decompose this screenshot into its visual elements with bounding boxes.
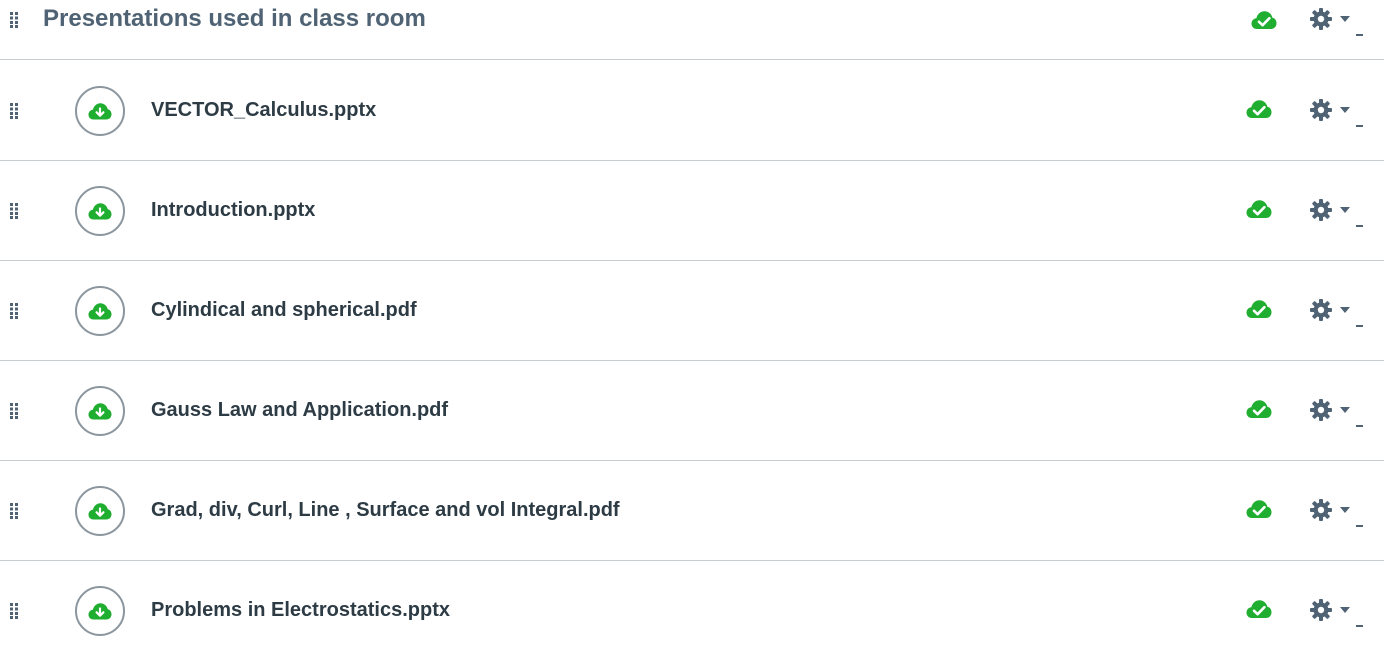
gear-icon (1310, 299, 1332, 321)
caret-down-icon (1340, 507, 1350, 513)
item-title-link[interactable]: Gauss Law and Application.pdf (151, 398, 448, 422)
gear-icon (1310, 8, 1332, 30)
file-type-icon (75, 286, 125, 336)
cloud-download-icon (88, 603, 112, 620)
module-settings-menu[interactable] (1310, 6, 1370, 36)
dash-mark (1356, 125, 1363, 127)
caret-down-icon (1340, 607, 1350, 613)
item-drag-handle-icon[interactable] (10, 603, 20, 619)
cloud-download-icon (88, 503, 112, 520)
module-item-row: Problems in Electrostatics.pptx (0, 561, 1384, 660)
published-icon[interactable] (1246, 198, 1272, 220)
module-item-row: Cylindical and spherical.pdf (0, 261, 1384, 361)
module-header: Presentations used in class room (0, 0, 1384, 60)
item-drag-handle-icon[interactable] (10, 303, 20, 319)
gear-icon (1310, 199, 1332, 221)
published-icon[interactable] (1246, 98, 1272, 120)
cloud-download-icon (88, 103, 112, 120)
file-type-icon (75, 86, 125, 136)
dash-mark (1356, 425, 1363, 427)
module-title[interactable]: Presentations used in class room (43, 5, 426, 33)
module-drag-handle-icon[interactable] (10, 12, 20, 28)
item-title-link[interactable]: Cylindical and spherical.pdf (151, 298, 417, 322)
item-settings-menu[interactable] (1310, 97, 1370, 127)
dash-mark (1356, 325, 1363, 327)
caret-down-icon (1340, 407, 1350, 413)
file-type-icon (75, 586, 125, 636)
gear-icon (1310, 499, 1332, 521)
gear-icon (1310, 99, 1332, 121)
dash-mark (1356, 525, 1363, 527)
item-drag-handle-icon[interactable] (10, 403, 20, 419)
item-title-link[interactable]: VECTOR_Calculus.pptx (151, 98, 376, 122)
caret-down-icon (1340, 307, 1350, 313)
file-type-icon (75, 186, 125, 236)
item-settings-menu[interactable] (1310, 497, 1370, 527)
gear-icon (1310, 399, 1332, 421)
caret-down-icon (1340, 207, 1350, 213)
item-title-link[interactable]: Problems in Electrostatics.pptx (151, 598, 450, 622)
module-item-row: Gauss Law and Application.pdf (0, 361, 1384, 461)
item-settings-menu[interactable] (1310, 297, 1370, 327)
item-drag-handle-icon[interactable] (10, 203, 20, 219)
caret-down-icon (1340, 16, 1350, 22)
file-type-icon (75, 386, 125, 436)
item-settings-menu[interactable] (1310, 197, 1370, 227)
gear-icon (1310, 599, 1332, 621)
item-drag-handle-icon[interactable] (10, 503, 20, 519)
module-item-row: Introduction.pptx (0, 161, 1384, 261)
module-item-row: VECTOR_Calculus.pptx (0, 61, 1384, 161)
item-title-link[interactable]: Grad, div, Curl, Line , Surface and vol … (151, 498, 620, 522)
item-title-link[interactable]: Introduction.pptx (151, 198, 315, 222)
module-item-row: Grad, div, Curl, Line , Surface and vol … (0, 461, 1384, 561)
published-icon[interactable] (1246, 298, 1272, 320)
dash-mark (1356, 34, 1363, 36)
published-icon[interactable] (1246, 598, 1272, 620)
cloud-download-icon (88, 203, 112, 220)
published-icon[interactable] (1246, 498, 1272, 520)
item-settings-menu[interactable] (1310, 397, 1370, 427)
dash-mark (1356, 225, 1363, 227)
module-published-icon[interactable] (1251, 9, 1277, 31)
published-icon[interactable] (1246, 398, 1272, 420)
file-type-icon (75, 486, 125, 536)
item-settings-menu[interactable] (1310, 597, 1370, 627)
item-drag-handle-icon[interactable] (10, 103, 20, 119)
dash-mark (1356, 625, 1363, 627)
caret-down-icon (1340, 107, 1350, 113)
cloud-download-icon (88, 303, 112, 320)
cloud-download-icon (88, 403, 112, 420)
